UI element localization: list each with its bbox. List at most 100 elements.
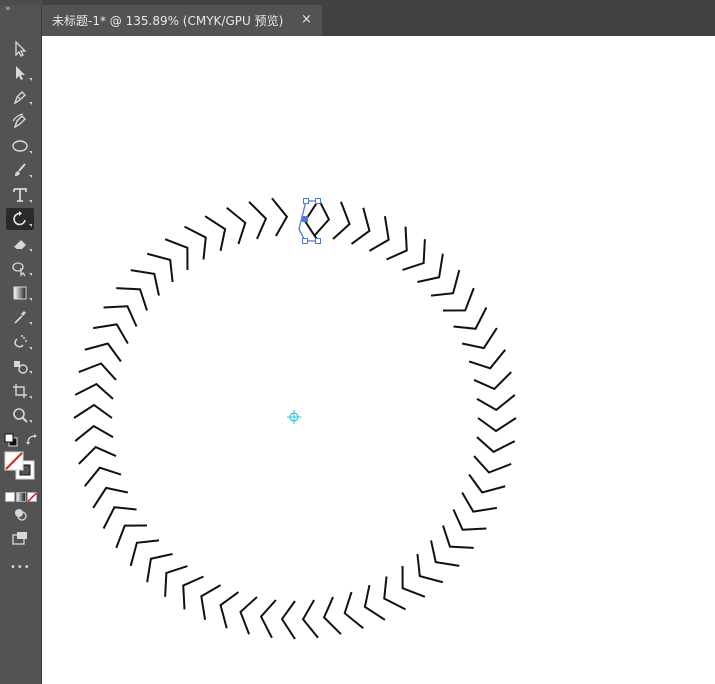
chevron-stroke — [204, 215, 227, 252]
chevron-stroke — [239, 596, 258, 635]
chevron-stroke — [130, 269, 160, 296]
gradient-tool-button[interactable] — [6, 282, 34, 304]
selection-tool-button[interactable] — [6, 38, 34, 60]
type-tool-button[interactable] — [6, 184, 34, 206]
screen-mode-button[interactable] — [6, 527, 34, 549]
chevron-stroke — [219, 591, 240, 629]
screen-mode-icon — [12, 532, 27, 545]
chevron-stroke — [430, 540, 460, 567]
chevron-stroke — [430, 269, 461, 297]
more-tools-button[interactable]: ••• — [10, 562, 31, 573]
chevron-stroke — [259, 599, 277, 639]
swap-arrows-icon — [26, 434, 37, 445]
chevron-stroke — [473, 371, 512, 391]
chevron-stroke — [368, 215, 390, 252]
chevron-stroke — [271, 197, 289, 237]
paintbrush-tool-button[interactable] — [6, 159, 34, 181]
magnifier-icon — [13, 408, 28, 423]
chevron-stroke — [476, 436, 516, 454]
chevron-stroke — [280, 600, 296, 640]
chevron-stroke — [103, 305, 138, 327]
direct-selection-tool-button[interactable] — [6, 62, 34, 84]
eraser-tool-button[interactable] — [6, 233, 34, 255]
rotate-icon — [13, 211, 26, 226]
draw-mode-icon — [15, 509, 27, 521]
shape-builder-tool-button[interactable] — [6, 257, 34, 279]
rotate-tool-button[interactable] — [6, 208, 34, 230]
rotation-origin-icon[interactable] — [287, 410, 301, 424]
type-T-icon — [13, 188, 27, 202]
close-icon[interactable]: × — [301, 12, 312, 27]
chevron-stroke — [146, 553, 173, 583]
arrow-outline-icon — [15, 40, 27, 57]
default-colors-icon — [4, 433, 18, 447]
chevron-stroke — [200, 584, 222, 621]
chevron-stroke — [468, 473, 506, 494]
chevron-stroke — [74, 382, 114, 400]
chevron-stroke — [322, 596, 342, 635]
anchor-point[interactable] — [315, 238, 321, 244]
curvature-pen-icon — [12, 113, 26, 129]
brush-icon — [15, 163, 26, 176]
color-mode-buttons[interactable] — [5, 488, 38, 503]
artboard-tool-button[interactable] — [6, 380, 34, 402]
chevron-stroke — [461, 327, 498, 350]
eyedropper-tool-button[interactable] — [6, 306, 34, 328]
ellipse-tool-button[interactable] — [6, 135, 34, 157]
chevron-stroke — [476, 394, 516, 412]
default-colors-button[interactable] — [4, 432, 18, 447]
color-gradient-none-icon — [5, 492, 38, 503]
anchor-point[interactable] — [302, 238, 308, 244]
symbol-sprayer-tool-button[interactable] — [6, 331, 34, 353]
chevron-stroke — [477, 417, 517, 433]
zoom-tool-button[interactable] — [6, 404, 34, 426]
pen-tool-button[interactable] — [6, 86, 34, 108]
anchor-point[interactable] — [303, 198, 309, 204]
chevron-stroke — [102, 506, 137, 529]
eyedropper-icon — [14, 311, 26, 324]
sprayer-icon — [14, 335, 27, 348]
fill-stroke-swatches[interactable] — [4, 451, 38, 481]
ellipse-icon — [12, 140, 28, 152]
artboard-icon — [13, 384, 27, 398]
chevron-stroke — [416, 553, 444, 584]
selected-path[interactable] — [298, 198, 321, 244]
chevron-stroke — [146, 252, 174, 283]
artwork — [73, 197, 517, 640]
chevron-stroke — [332, 201, 351, 240]
chevron-stroke — [129, 539, 160, 567]
anchor-point[interactable] — [315, 198, 321, 204]
shape-builder-icon — [12, 262, 26, 277]
chevron-stroke — [74, 424, 114, 442]
document-tab[interactable]: 未标题-1* @ 135.89% (CMYK/GPU 预览) × — [42, 5, 322, 36]
chevron-stroke — [78, 362, 117, 381]
chevron-stroke — [92, 486, 129, 509]
document-tab-title: 未标题-1* @ 135.89% (CMYK/GPU 预览) — [52, 14, 284, 28]
chevron-stroke — [73, 403, 113, 419]
chevron-stroke — [248, 201, 268, 240]
graph-tool-button[interactable] — [6, 355, 34, 377]
artboard-canvas[interactable] — [42, 36, 715, 684]
chevron-stroke — [184, 225, 207, 260]
fill-stroke-icon — [4, 451, 35, 480]
chevron-stroke — [92, 323, 129, 345]
anchor-point[interactable] — [302, 216, 308, 222]
chevron-stroke — [453, 307, 488, 330]
swap-colors-button[interactable] — [25, 432, 39, 446]
tools-panel: » ••• — [0, 0, 41, 684]
chevron-stroke — [473, 455, 512, 474]
chevron-stroke — [452, 509, 487, 531]
chevron-stroke — [182, 575, 204, 610]
panel-collapse-grip[interactable]: » — [5, 4, 10, 14]
chevron-stroke — [226, 207, 247, 245]
curvature-tool-button[interactable] — [6, 110, 34, 132]
chevron-ring — [73, 197, 517, 640]
chevron-stroke — [350, 207, 371, 245]
document-tab-bar: 未标题-1* @ 135.89% (CMYK/GPU 预览) × — [42, 0, 715, 36]
chart-icon — [14, 361, 28, 374]
chevron-stroke — [417, 253, 444, 283]
chevron-stroke — [386, 226, 408, 261]
drawing-mode-button[interactable] — [6, 503, 34, 525]
chevron-stroke — [301, 599, 319, 639]
chevron-stroke — [461, 491, 498, 513]
